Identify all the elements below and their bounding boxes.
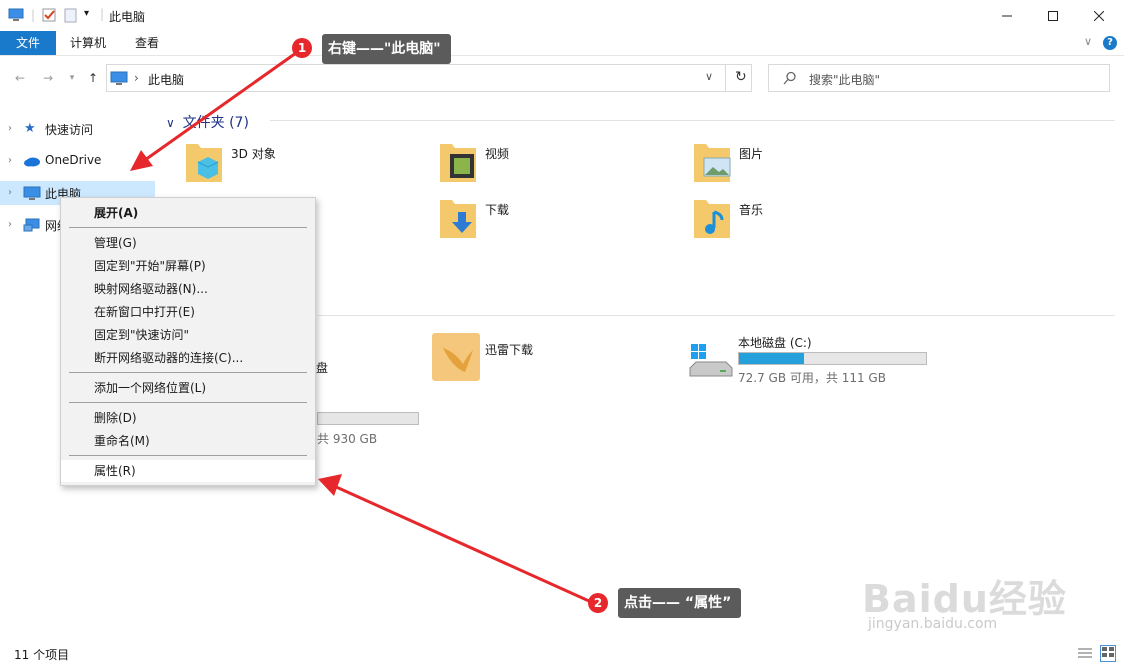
step1-badge: 1 [292, 38, 312, 58]
watermark-logo: Baidu经验 [862, 577, 1067, 621]
tiles-view-icon[interactable] [1100, 645, 1116, 662]
step2-callout: 点击—— “属性” [618, 588, 742, 618]
step2-badge: 2 [588, 593, 608, 613]
status-item-count: 11 个项目 [14, 648, 70, 662]
details-view-icon[interactable] [1078, 647, 1092, 662]
arrow-step2-shaft [333, 484, 590, 603]
annotation-arrows [130, 51, 590, 603]
arrow-step1-shaft [144, 51, 297, 162]
step1-callout: 右键——"此电脑" [322, 34, 451, 64]
arrow-step2-head [318, 474, 342, 496]
arrow-step1-head [130, 150, 153, 171]
watermark-url: jingyan.baidu.com [868, 616, 998, 632]
